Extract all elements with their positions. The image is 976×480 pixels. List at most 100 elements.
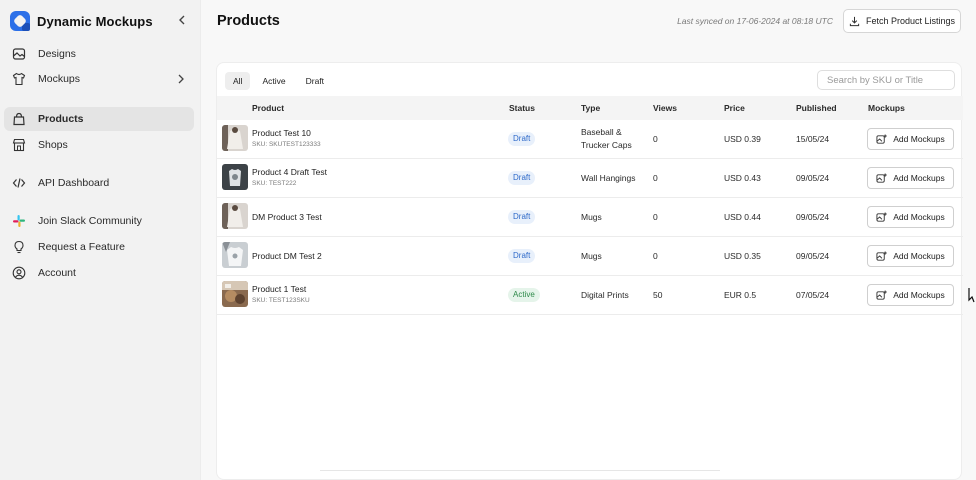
table-row[interactable]: Product 1 Test SKU: TEST123SKU Active Di… [217,276,963,315]
tshirt-icon [12,72,26,86]
add-image-icon [876,172,887,183]
add-mockups-button[interactable]: Add Mockups [867,167,954,189]
user-circle-icon [12,266,26,280]
add-image-icon [876,133,887,144]
product-views: 0 [653,251,658,261]
sidebar-item-label: API Dashboard [38,177,110,189]
chevron-right-icon [178,74,184,84]
sidebar-item-label: Join Slack Community [38,215,142,227]
bag-icon [12,112,26,126]
mouse-cursor-icon [968,288,975,303]
product-type: Mugs [581,212,602,222]
sidebar-item-mockups[interactable]: Mockups [4,67,194,91]
product-name[interactable]: Product 1 Test [252,284,306,294]
sidebar-item-slack[interactable]: Join Slack Community [4,209,194,233]
add-mockups-button[interactable]: Add Mockups [867,206,954,228]
product-type: Baseball & Trucker Caps [581,126,632,152]
product-type: Wall Hangings [581,173,636,183]
add-mockups-button[interactable]: Add Mockups [867,128,954,150]
shop-icon [12,138,26,152]
product-sku: SKU: TEST123SKU [252,297,310,304]
product-price: USD 0.43 [724,173,761,183]
brand[interactable]: Dynamic Mockups [10,10,195,32]
product-sku: SKU: TEST222 [252,180,297,187]
add-image-icon [876,211,887,222]
add-mockups-label: Add Mockups [893,212,945,222]
product-type: Digital Prints [581,290,629,300]
product-views: 50 [653,290,663,300]
sidebar-item-account[interactable]: Account [4,261,194,285]
download-icon [849,16,860,26]
product-thumbnail [222,281,248,307]
dynamic-mockups-logo [10,11,30,31]
status-badge: Draft [508,210,536,224]
add-mockups-button[interactable]: Add Mockups [867,284,954,306]
page-title: Products [217,13,280,29]
designs-icon [12,47,26,61]
search-input[interactable] [817,70,955,90]
product-thumbnail [222,164,248,190]
product-price: USD 0.39 [724,134,761,144]
sidebar-item-products[interactable]: Products [4,107,194,131]
products-card: All Active Draft Product Status Type Vie… [216,62,963,480]
add-image-icon [876,250,887,261]
sidebar-item-shops[interactable]: Shops [4,133,194,157]
product-name[interactable]: Product 4 Draft Test [252,167,327,177]
fetch-button-label: Fetch Product Listings [865,16,956,26]
add-mockups-button[interactable]: Add Mockups [867,245,954,267]
product-published: 09/05/24 [796,251,830,261]
product-type-line2: Trucker Caps [581,140,632,150]
product-name[interactable]: DM Product 3 Test [252,212,322,222]
add-image-icon [876,289,887,300]
product-price: EUR 0.5 [724,290,757,300]
chevron-left-icon[interactable] [175,13,189,27]
product-thumbnail [222,203,248,229]
add-mockups-label: Add Mockups [893,173,945,183]
sidebar: Dynamic Mockups Designs Mockups Products… [0,0,201,480]
add-mockups-label: Add Mockups [893,251,945,261]
product-price: USD 0.44 [724,212,761,222]
status-badge: Draft [508,171,536,185]
table-row[interactable]: Product Test 10 SKU: SKUTEST123333 Draft… [217,120,963,159]
product-price: USD 0.35 [724,251,761,261]
product-type: Mugs [581,251,602,261]
tab-draft[interactable]: Draft [298,72,332,90]
add-mockups-label: Add Mockups [893,134,945,144]
last-synced-text: Last synced on 17-06-2024 at 08:18 UTC [677,16,833,26]
product-published: 09/05/24 [796,173,830,183]
sidebar-item-label: Designs [38,48,76,60]
status-badge: Active [508,288,540,302]
status-badge: Draft [508,132,536,146]
sidebar-item-designs[interactable]: Designs [4,42,194,66]
table-row[interactable]: DM Product 3 Test Draft Mugs 0 USD 0.44 … [217,198,963,237]
product-published: 15/05/24 [796,134,830,144]
tab-active[interactable]: Active [254,72,293,90]
tab-all[interactable]: All [225,72,251,90]
bulb-icon [12,240,26,254]
product-name[interactable]: Product Test 10 [252,128,311,138]
code-icon [12,176,26,190]
fetch-product-listings-button[interactable]: Fetch Product Listings [843,9,961,33]
sidebar-item-label: Account [38,267,76,279]
product-views: 0 [653,173,658,183]
column-header-type: Type [581,103,601,113]
column-header-mockups: Mockups [868,103,905,113]
product-views: 0 [653,212,658,222]
product-published: 07/05/24 [796,290,830,300]
product-published: 09/05/24 [796,212,830,222]
table-row[interactable]: Product DM Test 2 Draft Mugs 0 USD 0.35 … [217,237,963,276]
divider [320,470,720,471]
product-type-line1: Baseball & [581,127,622,137]
column-header-price: Price [724,103,745,113]
product-thumbnail [222,242,248,268]
add-mockups-label: Add Mockups [893,290,945,300]
sidebar-item-request-feature[interactable]: Request a Feature [4,235,194,259]
table-row[interactable]: Product 4 Draft Test SKU: TEST222 Draft … [217,159,963,198]
slack-icon [12,214,26,228]
sidebar-item-api-dashboard[interactable]: API Dashboard [4,171,194,195]
sidebar-item-label: Products [38,113,84,125]
product-name[interactable]: Product DM Test 2 [252,251,322,261]
product-views: 0 [653,134,658,144]
status-tabs: All Active Draft [225,72,336,90]
product-sku: SKU: SKUTEST123333 [252,141,321,148]
